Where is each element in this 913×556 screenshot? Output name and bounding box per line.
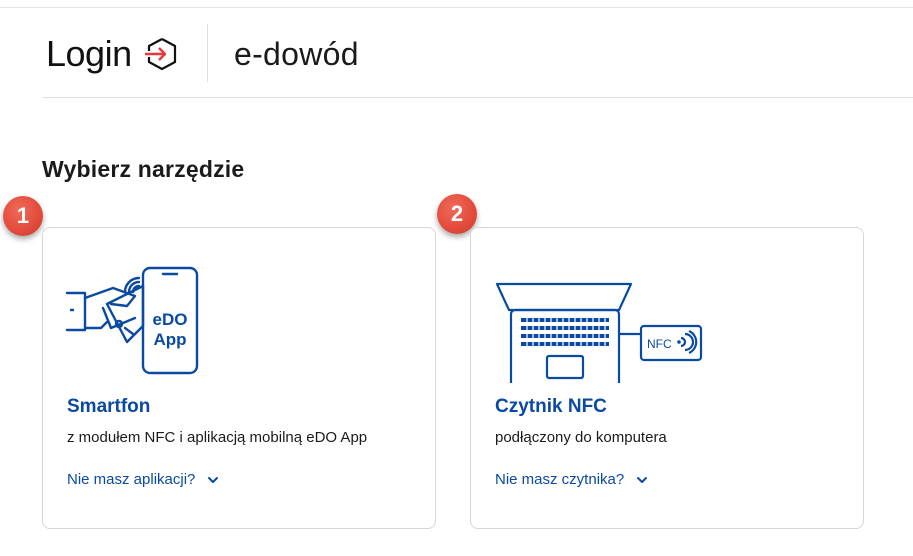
card-title: Czytnik NFC [495,396,607,417]
laptop-nfc-reader-icon: NFC [495,282,703,383]
chevron-down-icon [637,476,648,483]
no-reader-toggle[interactable]: Nie masz czytnika? [495,471,648,488]
page-header: Login e-dowód [42,24,913,98]
smartphone-edo-app-icon: eDO App [65,266,199,375]
no-app-toggle[interactable]: Nie masz aplikacji? [67,471,219,488]
step-badge-2: 2 [437,194,477,234]
section-title: Wybierz narzędzie [42,156,245,182]
login-brand[interactable]: Login [46,34,180,74]
chevron-down-icon [208,476,219,483]
card-title: Smartfon [67,396,151,417]
svg-text:App: App [153,330,186,349]
brand-text: Login [46,33,132,74]
option-card-nfc-reader[interactable]: NFC Czytnik NFC podłączony do komputera … [470,227,864,529]
card-description: podłączony do komputera [495,429,667,446]
service-name: e-dowód [234,36,359,72]
no-app-link-label: Nie masz aplikacji? [67,471,196,488]
no-reader-link-label: Nie masz czytnika? [495,471,625,488]
option-card-smartphone[interactable]: eDO App Smartfon z modułem NFC i aplikac… [42,227,436,529]
step-badge-1: 1 [3,196,43,236]
svg-text:NFC: NFC [647,337,672,351]
login-arrow-icon [144,38,176,71]
top-rule [0,0,913,8]
card-description: z modułem NFC i aplikacją mobilną eDO Ap… [67,429,368,446]
svg-text:eDO: eDO [153,310,188,329]
header-divider [207,24,208,82]
